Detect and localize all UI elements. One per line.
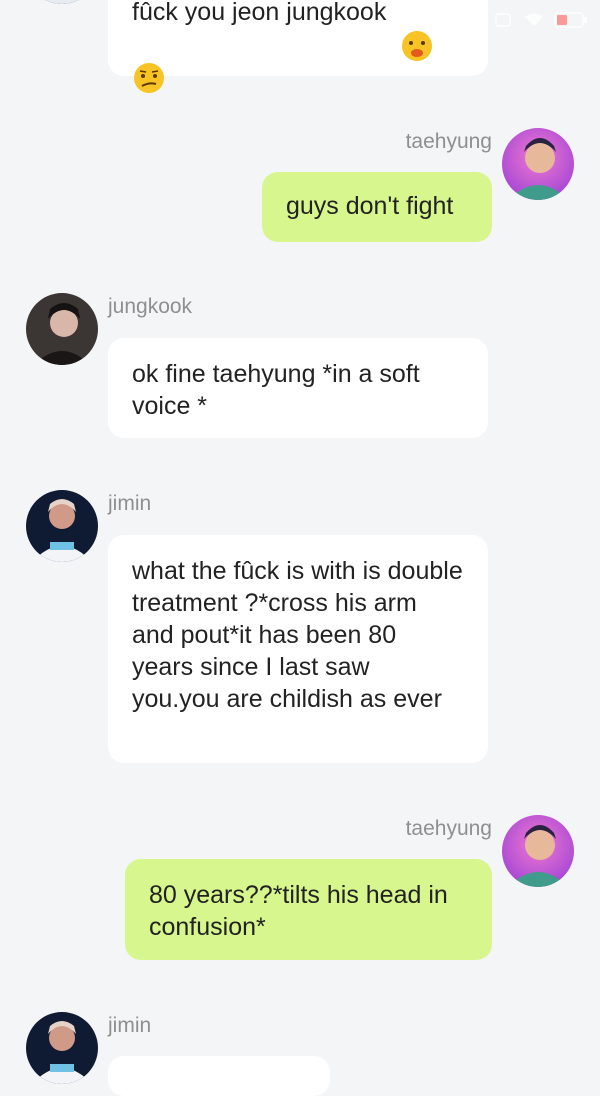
battery-icon xyxy=(554,12,588,33)
jungkook-avatar-icon[interactable] xyxy=(26,293,98,365)
confused-face-icon xyxy=(132,30,166,102)
message-bubble-0: fûck you jeon jungkook xyxy=(108,0,488,93)
sender-name-taehyung: taehyung xyxy=(405,817,492,840)
sender-name-jungkook: jungkook xyxy=(108,295,193,318)
sender-name-jimin: jimin xyxy=(108,1014,152,1037)
jimin-avatar-icon[interactable] xyxy=(26,1012,98,1084)
message-text-0: fûck you jeon jungkook xyxy=(132,0,387,26)
alarm-icon xyxy=(494,12,514,33)
taehyung-avatar-icon[interactable] xyxy=(502,128,574,200)
message-bubble-5 xyxy=(108,1056,330,1096)
angry-face-icon xyxy=(400,0,434,70)
message-bubble-1: guys don't fight xyxy=(262,172,492,242)
jimin-avatar-icon[interactable] xyxy=(26,0,98,4)
wifi-icon xyxy=(523,12,545,33)
message-bubble-3: what the fûck is with is double treatmen… xyxy=(108,535,488,763)
sender-name-taehyung: taehyung xyxy=(405,130,492,153)
jimin-avatar-icon[interactable] xyxy=(26,490,98,562)
taehyung-avatar-icon[interactable] xyxy=(502,815,574,887)
message-bubble-2: ok fine taehyung *in a soft voice * xyxy=(108,338,488,438)
message-bubble-4: 80 years??*tilts his head in confusion* xyxy=(125,859,492,960)
sender-name-jimin: jimin xyxy=(108,492,152,515)
